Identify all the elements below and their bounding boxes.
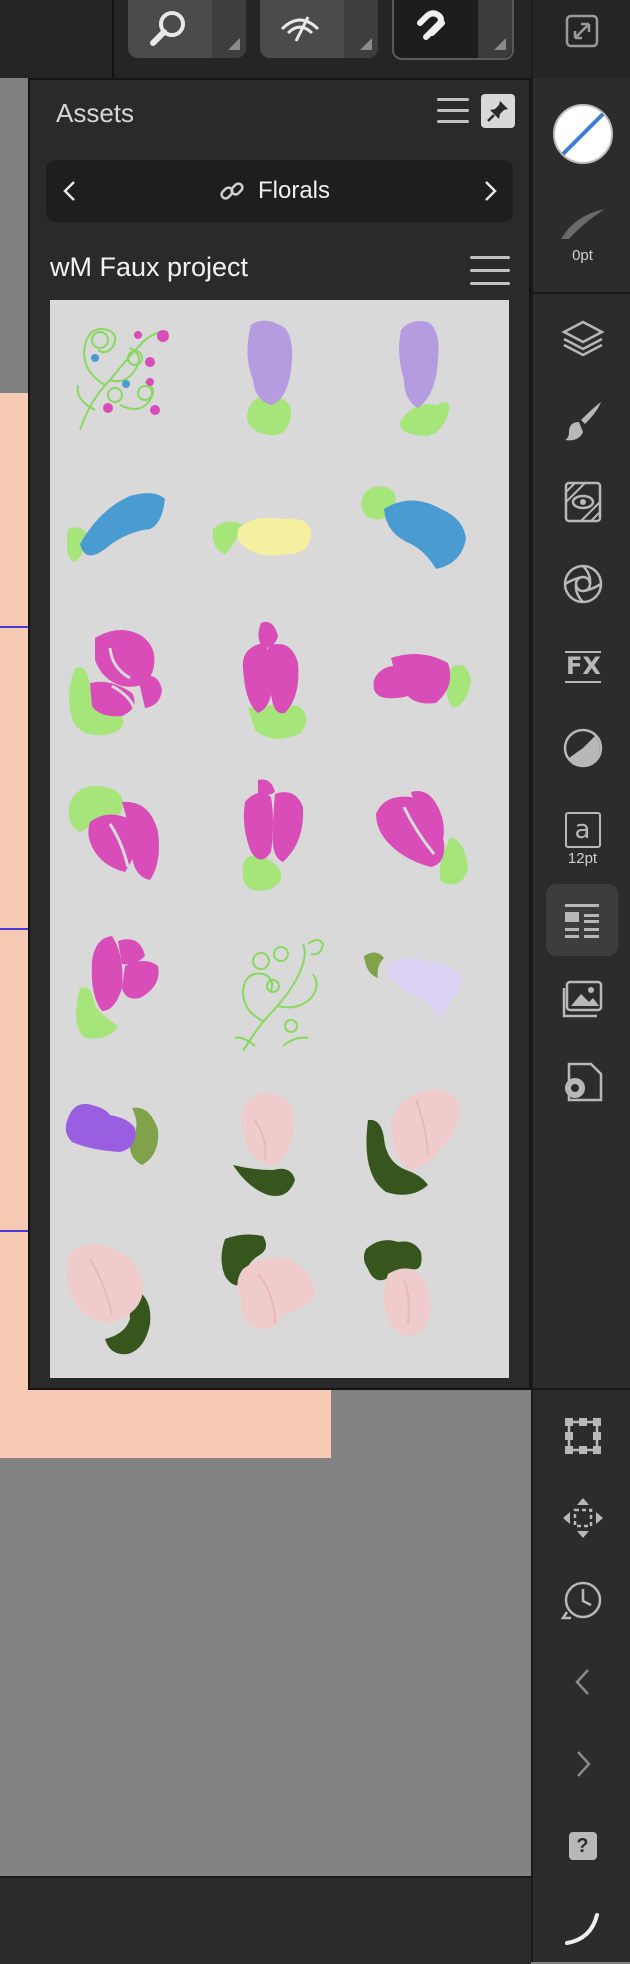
guide-line: [0, 626, 29, 628]
category-selector: Florals: [46, 160, 513, 222]
category-name[interactable]: Florals: [258, 160, 330, 222]
asset-thumbnail[interactable]: [203, 300, 356, 454]
snapping-button[interactable]: [392, 0, 514, 60]
help-icon[interactable]: ?: [533, 1810, 630, 1882]
snapping-dropdown[interactable]: [478, 0, 512, 58]
guide-line: [0, 1230, 29, 1232]
zoom-dropdown[interactable]: [212, 0, 246, 58]
redo-icon[interactable]: [533, 1728, 630, 1800]
link-icon: [218, 177, 246, 210]
effects-icon[interactable]: [533, 548, 630, 620]
asset-thumbnail[interactable]: [50, 608, 203, 762]
asset-thumbnail[interactable]: [356, 300, 509, 454]
previous-category-button[interactable]: [50, 160, 90, 222]
font-size-label: 12pt: [567, 849, 598, 867]
toolbar-divider: [112, 0, 114, 78]
undo-icon[interactable]: [533, 1646, 630, 1718]
pin-icon[interactable]: [481, 94, 515, 128]
top-toolbar: [0, 0, 531, 78]
assets-menu-icon[interactable]: [437, 98, 469, 124]
transparency-icon[interactable]: [533, 712, 630, 784]
guide-line: [0, 928, 29, 930]
asset-thumbnail[interactable]: [356, 454, 509, 608]
transform-icon[interactable]: [533, 1400, 630, 1472]
asset-thumbnail[interactable]: [356, 1224, 509, 1378]
bottom-bar: [0, 1876, 531, 1964]
svg-text:FX: FX: [566, 652, 601, 680]
brushes-icon[interactable]: [533, 384, 630, 456]
asset-thumbnail[interactable]: [203, 608, 356, 762]
asset-thumbnail[interactable]: [203, 916, 356, 1070]
asset-thumbnail[interactable]: [50, 762, 203, 916]
asset-thumbnail[interactable]: [356, 916, 509, 1070]
asset-thumbnail[interactable]: [203, 1070, 356, 1224]
stock-icon[interactable]: [533, 964, 630, 1036]
magnet-icon: [394, 0, 474, 58]
asset-thumbnail[interactable]: [356, 608, 509, 762]
fx-icon[interactable]: FX: [533, 630, 630, 702]
settings-icon[interactable]: [533, 1046, 630, 1118]
asset-thumbnail[interactable]: [356, 762, 509, 916]
eye-icon: [260, 0, 340, 58]
right-toolbar-top: [533, 0, 630, 78]
help-glyph: ?: [568, 1832, 597, 1860]
text-styles-icon[interactable]: a 12pt: [533, 794, 630, 884]
sidebar-divider: [533, 292, 630, 294]
asset-thumbnail[interactable]: [50, 1070, 203, 1224]
sidebar-divider: [533, 1388, 630, 1390]
stroke-color-icon[interactable]: [533, 94, 630, 174]
next-category-button[interactable]: [470, 160, 510, 222]
asset-thumbnail[interactable]: [203, 454, 356, 608]
view-quality-button[interactable]: [260, 0, 378, 58]
assets-panel-title: Assets: [56, 98, 135, 128]
canvas-area: [0, 78, 29, 393]
layers-icon[interactable]: [533, 302, 630, 374]
studio-toggle-icon[interactable]: [533, 1892, 630, 1962]
magnifier-icon: [128, 0, 208, 58]
zoom-tool-button[interactable]: [128, 0, 246, 58]
asset-thumbnail[interactable]: [50, 454, 203, 608]
assets-icon[interactable]: [546, 884, 618, 956]
history-icon[interactable]: [533, 1564, 630, 1636]
asset-thumbnail[interactable]: [203, 762, 356, 916]
stroke-width-label: 0pt: [572, 246, 593, 264]
stroke-width-icon[interactable]: 0pt: [533, 184, 630, 280]
view-quality-dropdown[interactable]: [344, 0, 378, 58]
asset-thumbnail[interactable]: [356, 1070, 509, 1224]
assets-panel: Assets Florals wM Faux project: [28, 78, 531, 1390]
right-studio-sidebar: 0pt FX a 12pt ?: [531, 0, 630, 1962]
project-menu-icon[interactable]: [470, 256, 510, 286]
asset-thumbnail[interactable]: [203, 1224, 356, 1378]
move-icon[interactable]: [533, 1482, 630, 1554]
assets-grid: [50, 300, 509, 1378]
project-title: wM Faux project: [50, 252, 249, 282]
text-glyph: a: [564, 811, 601, 848]
expand-icon[interactable]: [565, 14, 599, 53]
adjustments-icon[interactable]: [533, 466, 630, 538]
asset-thumbnail[interactable]: [50, 916, 203, 1070]
asset-thumbnail[interactable]: [50, 300, 203, 454]
asset-thumbnail[interactable]: [50, 1224, 203, 1378]
